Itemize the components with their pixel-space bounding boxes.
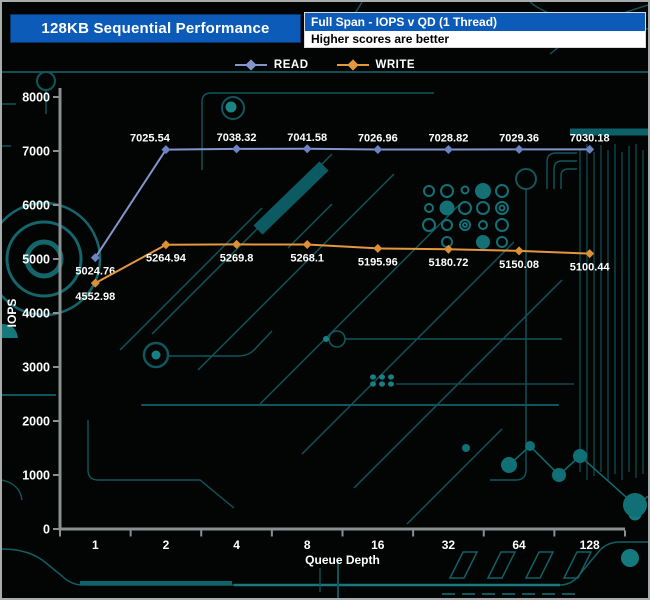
y-tick-label: 6000 <box>22 199 50 213</box>
legend-label-write: WRITE <box>375 59 416 71</box>
data-point-label-read: 7030.18 <box>570 132 610 144</box>
data-point-marker-write <box>90 278 100 288</box>
y-tick-label: 0 <box>43 523 50 537</box>
x-tick-label: 1 <box>92 538 99 552</box>
y-tick-label: 2000 <box>22 415 50 429</box>
x-tick-label: 2 <box>163 538 170 552</box>
data-point-label-write: 5195.96 <box>358 256 398 268</box>
read-line-swatch <box>234 58 267 71</box>
line-chart-plot: 0 1000 2000 3000 4000 5000 6000 7000 8000 1 2 4 8 16 3… <box>5 88 626 567</box>
data-point-label-write: 5180.72 <box>429 257 469 269</box>
data-point-marker-write <box>585 249 595 259</box>
chart-subtitle: Full Span - IOPS v QD (1 Thread) <box>305 13 645 31</box>
y-tick-label: 5000 <box>22 253 50 267</box>
data-point-label-read: 7028.82 <box>429 132 469 144</box>
x-axis-title: Queue Depth <box>305 553 380 567</box>
x-tick-label: 128 <box>580 538 600 552</box>
data-point-marker-read <box>443 144 453 154</box>
chart-title-bar: 128KB Sequential Performance <box>10 14 301 43</box>
x-tick-label: 16 <box>371 538 385 552</box>
x-tick-label: 4 <box>233 538 240 552</box>
data-point-label-read: 7038.32 <box>217 132 257 144</box>
data-point-label-write: 4552.98 <box>75 291 115 303</box>
data-point-marker-read <box>302 144 312 154</box>
data-point-label-read: 7025.54 <box>130 133 171 145</box>
legend-item-read: READ <box>234 58 309 71</box>
data-point-marker-write <box>373 243 383 253</box>
data-point-marker-read <box>232 144 242 154</box>
data-point-marker-write <box>514 246 524 256</box>
data-point-marker-write <box>443 244 453 254</box>
chart-subtitle-box: Full Span - IOPS v QD (1 Thread) Higher … <box>304 12 646 48</box>
x-tick-label: 32 <box>442 538 456 552</box>
data-point-label-write: 5269.8 <box>220 252 254 264</box>
chart-legend: READ WRITE <box>2 58 648 71</box>
y-tick-label: 8000 <box>22 91 50 105</box>
legend-item-write: WRITE <box>336 58 416 71</box>
data-point-label-write: 5264.94 <box>146 253 187 265</box>
y-tick-label: 4000 <box>22 307 50 321</box>
data-point-label-write: 5100.44 <box>570 262 611 274</box>
x-tick-label: 64 <box>512 538 526 552</box>
write-diamond-icon <box>346 58 359 71</box>
data-point-marker-read <box>514 144 524 154</box>
data-point-label-write: 5150.08 <box>499 259 539 271</box>
data-point-marker-write <box>302 240 312 250</box>
screenshot-frame: 128KB Sequential Performance Full Span -… <box>0 0 650 600</box>
data-point-label-read: 7041.58 <box>287 132 327 144</box>
chart-note: Higher scores are better <box>305 31 645 47</box>
data-point-marker-write <box>232 239 242 249</box>
read-diamond-icon <box>245 58 257 71</box>
write-line-swatch <box>336 58 369 71</box>
y-tick-label: 7000 <box>22 145 50 159</box>
data-point-marker-read <box>585 144 595 154</box>
y-tick-label: 3000 <box>22 361 50 375</box>
data-point-marker-write <box>161 240 171 250</box>
legend-label-read: READ <box>273 59 309 71</box>
x-tick-label: 8 <box>304 538 311 552</box>
data-point-label-write: 5268.1 <box>290 253 324 265</box>
y-axis-title: IOPS <box>5 299 19 328</box>
data-point-marker-read <box>373 145 383 155</box>
data-point-label-read: 7026.96 <box>358 133 398 145</box>
data-point-label-read: 7029.36 <box>499 132 539 144</box>
chart-title: 128KB Sequential Performance <box>41 20 270 37</box>
y-tick-label: 1000 <box>22 469 50 483</box>
series-line-read <box>94 147 590 259</box>
